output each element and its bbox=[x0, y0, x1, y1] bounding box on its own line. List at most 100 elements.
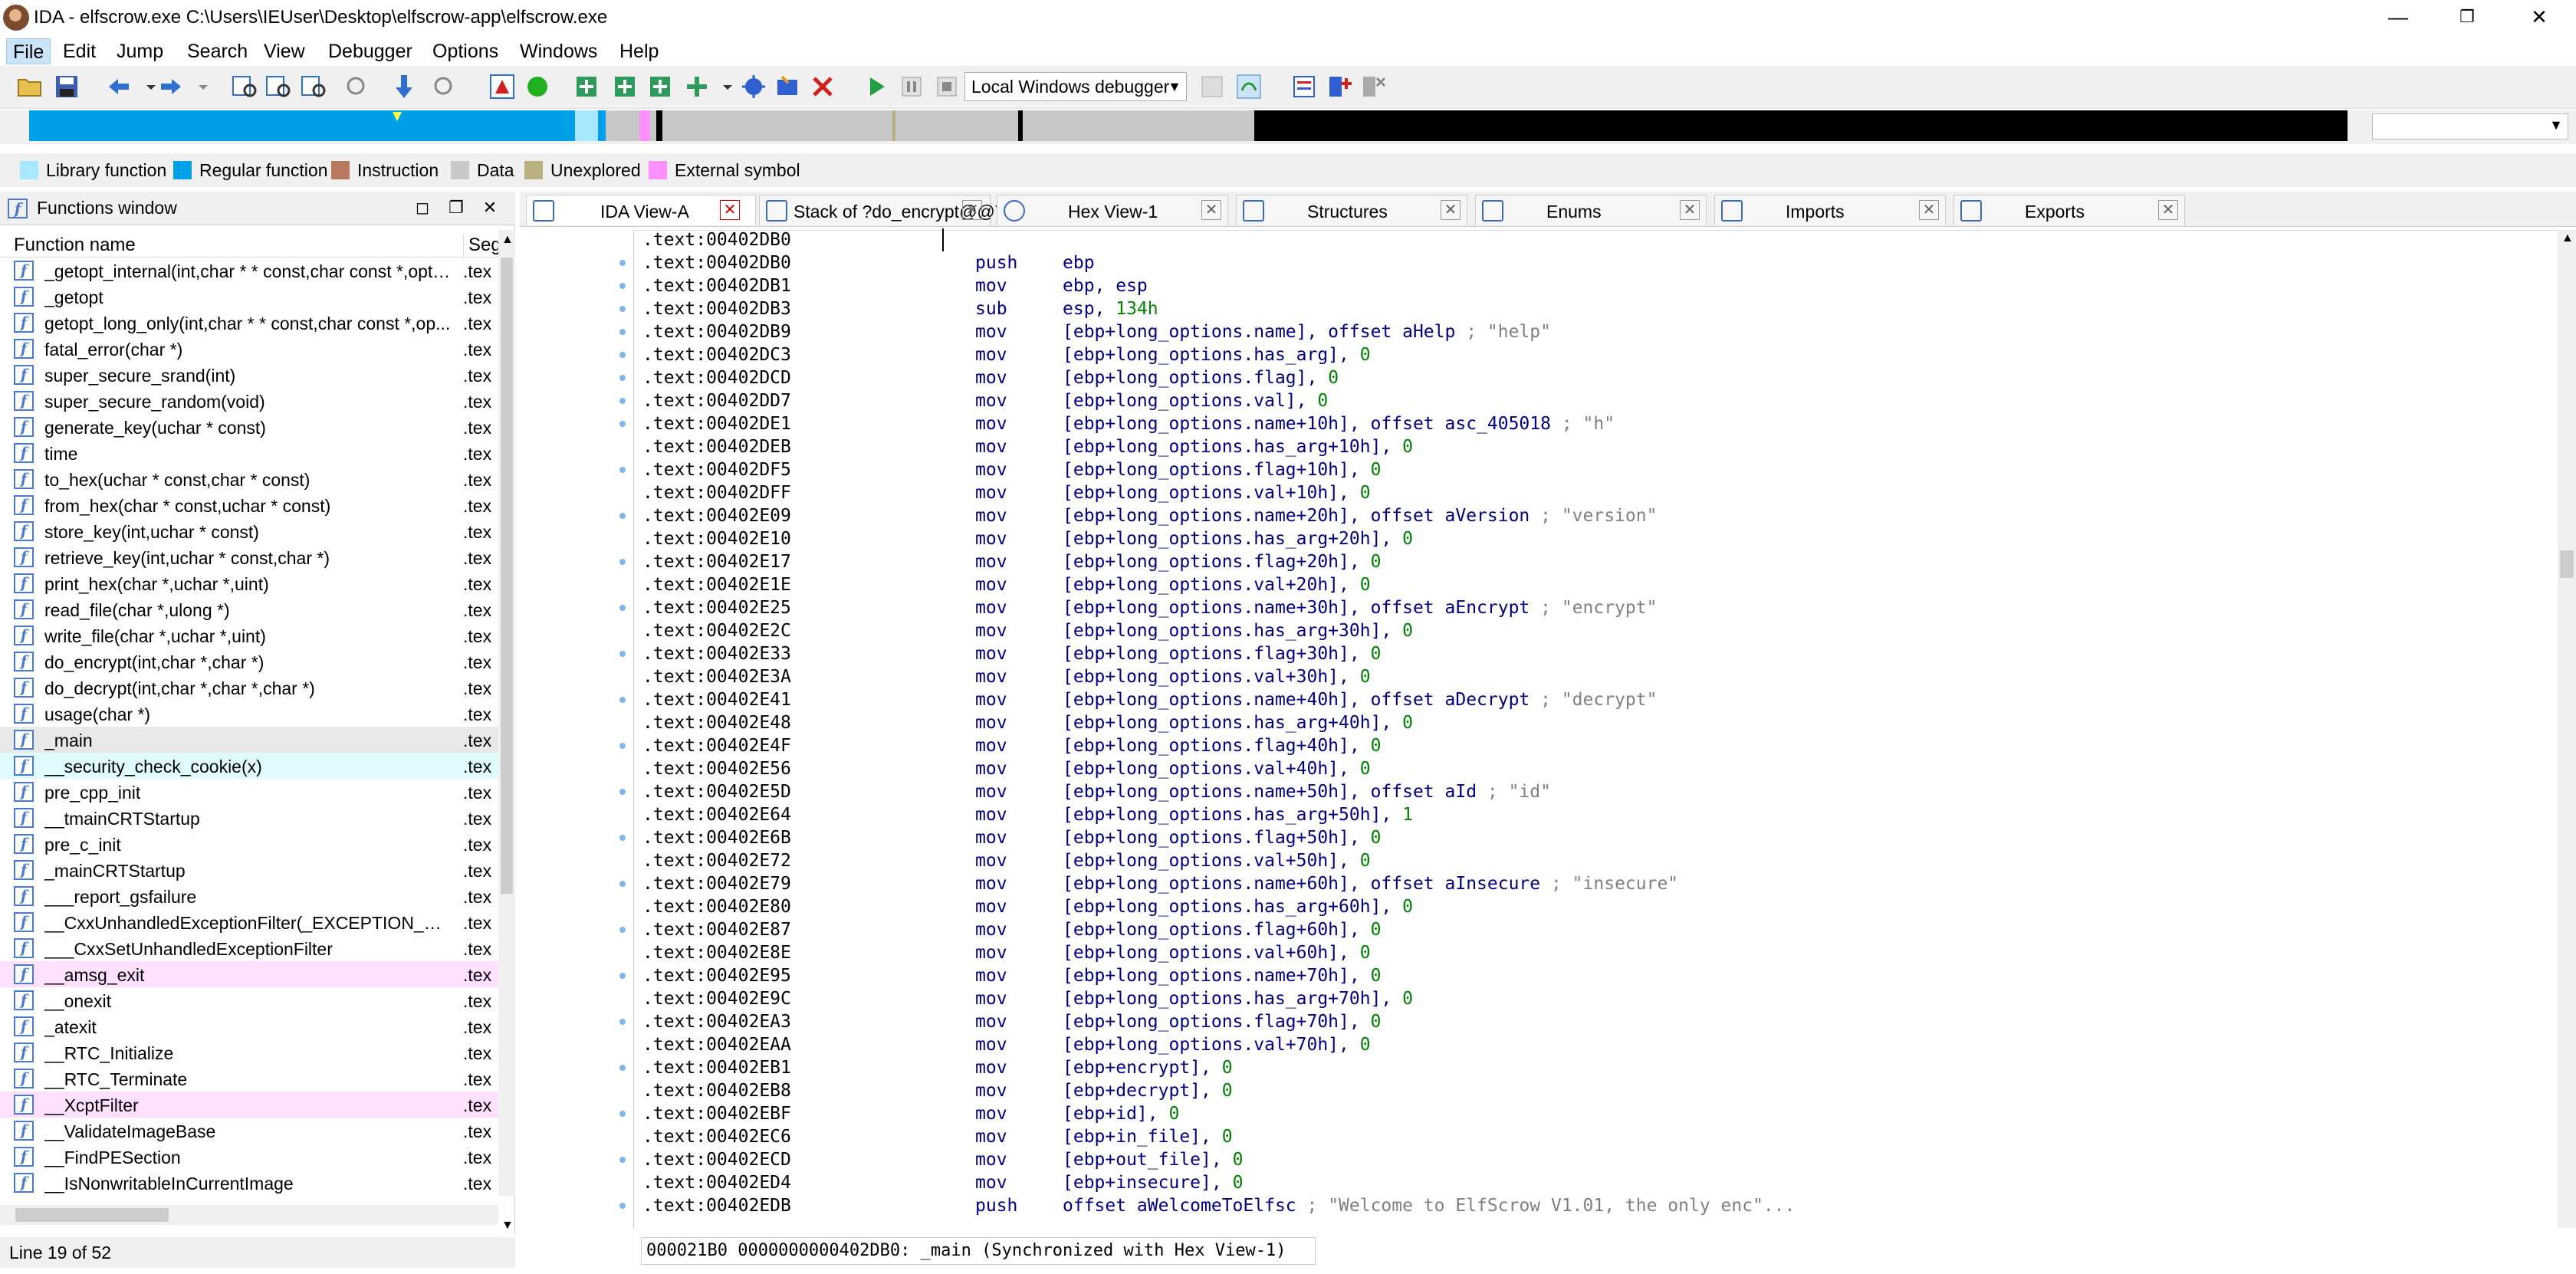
function-row[interactable]: f __tmainCRTStartup .tex bbox=[0, 805, 498, 831]
function-row[interactable]: f __ValidateImageBase .tex bbox=[0, 1118, 498, 1144]
menu-options[interactable]: Options bbox=[426, 38, 504, 64]
create-function-icon[interactable] bbox=[572, 72, 601, 101]
disasm-line[interactable]: .text:00402E10 mov [ebp+long_options.has_a… bbox=[642, 527, 1413, 550]
tab-exports[interactable]: Exports ✕ bbox=[1953, 195, 2185, 225]
restore-icon[interactable]: ◻ bbox=[411, 196, 434, 219]
functions-hscroll-thumb[interactable] bbox=[15, 1208, 169, 1222]
step-into-icon[interactable] bbox=[1198, 72, 1227, 101]
function-row[interactable]: f fatal_error(char *) .tex bbox=[0, 336, 498, 362]
pause-icon[interactable] bbox=[897, 72, 926, 101]
function-row[interactable]: f pre_c_init .tex bbox=[0, 831, 498, 857]
function-row[interactable]: f ___CxxSetUnhandledExceptionFilter .tex bbox=[0, 935, 498, 961]
disasm-line[interactable]: .text:00402E8E mov [ebp+long_options.val+6… bbox=[642, 941, 1371, 964]
function-row[interactable]: f __FindPESection .tex bbox=[0, 1144, 498, 1170]
menu-search[interactable]: Search bbox=[181, 38, 254, 64]
disasm-line[interactable]: .text:00402DCD mov [ebp+long_options.flag]… bbox=[642, 366, 1339, 389]
tab-structures[interactable]: Structures ✕ bbox=[1236, 195, 1467, 225]
menu-view[interactable]: View bbox=[258, 38, 311, 64]
nav-segment-select[interactable]: ▼ bbox=[2372, 113, 2568, 140]
disasm-line[interactable]: .text:00402E79 mov [ebp+long_options.name+… bbox=[642, 872, 1678, 895]
function-row[interactable]: f __amsg_exit .tex bbox=[0, 961, 498, 987]
disasm-line[interactable]: .text:00402DF5 mov [ebp+long_options.flag+… bbox=[642, 458, 1381, 481]
disasm-line[interactable]: .text:00402E25 mov [ebp+long_options.name+… bbox=[642, 596, 1657, 619]
function-row[interactable]: f read_file(char *,ulong *) .tex bbox=[0, 596, 498, 622]
disasm-line[interactable]: .text:00402E56 mov [ebp+long_options.val+4… bbox=[642, 757, 1371, 780]
minimize-button[interactable]: — bbox=[2361, 0, 2435, 34]
menu-help[interactable]: Help bbox=[613, 38, 665, 64]
function-row[interactable]: f super_secure_random(void) .tex bbox=[0, 388, 498, 414]
add-enum-icon[interactable] bbox=[646, 72, 675, 101]
disasm-line[interactable]: .text:00402E9C mov [ebp+long_options.has_a… bbox=[642, 987, 1413, 1010]
disasm-line[interactable]: .text:00402E41 mov [ebp+long_options.name+… bbox=[642, 688, 1657, 711]
delete-breakpoint-icon[interactable] bbox=[1359, 72, 1388, 101]
disasm-line[interactable]: .text:00402E87 mov [ebp+long_options.flag+… bbox=[642, 918, 1381, 941]
menu-file[interactable]: File bbox=[6, 38, 51, 64]
function-row[interactable]: f pre_cpp_init .tex bbox=[0, 779, 498, 805]
open-folder-icon[interactable] bbox=[15, 72, 44, 101]
disasm-line[interactable]: .text:00402EA3 mov [ebp+long_options.flag+… bbox=[642, 1010, 1381, 1033]
add-struct-icon[interactable] bbox=[610, 72, 639, 101]
disasm-line[interactable]: .text:00402E4F mov [ebp+long_options.flag+… bbox=[642, 734, 1381, 757]
text-search-icon[interactable] bbox=[264, 72, 293, 101]
menu-edit[interactable]: Edit bbox=[57, 38, 102, 64]
function-row[interactable]: f usage(char *) .tex bbox=[0, 701, 498, 727]
functions-vertical-scrollbar[interactable]: ▲ ▼ bbox=[498, 230, 515, 1232]
step-over-icon[interactable] bbox=[1234, 72, 1263, 101]
tab-hex-view-1[interactable]: Hex View-1 ✕ bbox=[997, 195, 1228, 225]
disasm-line[interactable]: .text:00402E95 mov [ebp+long_options.name+… bbox=[642, 964, 1381, 987]
plugin-icon[interactable] bbox=[739, 72, 768, 101]
disasm-line[interactable]: .text:00402EB1 mov [ebp+encrypt], 0 bbox=[642, 1056, 1233, 1079]
function-row[interactable]: f print_hex(char *,uchar *,uint) .tex bbox=[0, 570, 498, 596]
disasm-line[interactable]: .text:00402DB0 push ebp bbox=[642, 251, 1095, 274]
function-row[interactable]: f __IsNonwritableInCurrentImage .tex bbox=[0, 1170, 498, 1196]
disasm-line[interactable]: .text:00402DD7 mov [ebp+long_options.val],… bbox=[642, 389, 1328, 412]
chevron-down-icon[interactable] bbox=[713, 72, 732, 101]
close-icon[interactable]: ✕ bbox=[720, 200, 740, 220]
disasm-line[interactable]: .text:00402E6B mov [ebp+long_options.flag+… bbox=[642, 826, 1381, 849]
function-row[interactable]: f to_hex(uchar * const,char * const) .tex bbox=[0, 466, 498, 492]
tab-ida-view-a[interactable]: IDA View-A ✕ bbox=[526, 195, 756, 225]
function-row[interactable]: f do_decrypt(int,char *,char *,char *) .te… bbox=[0, 675, 498, 701]
green-circle-icon[interactable] bbox=[523, 72, 552, 101]
maximize-button[interactable]: ❐ bbox=[2430, 0, 2504, 34]
menu-debugger[interactable]: Debugger bbox=[322, 38, 419, 64]
scroll-down-icon[interactable]: ▼ bbox=[501, 1219, 514, 1233]
disasm-line[interactable]: .text:00402E80 mov [ebp+long_options.has_a… bbox=[642, 895, 1413, 918]
forward-arrow-icon[interactable] bbox=[156, 72, 186, 101]
chevron-down-icon[interactable] bbox=[189, 72, 208, 101]
disasm-line[interactable]: .text:00402E17 mov [ebp+long_options.flag+… bbox=[642, 550, 1381, 573]
jump-icon[interactable] bbox=[429, 72, 458, 101]
function-row[interactable]: f store_key(int,uchar * const) .tex bbox=[0, 518, 498, 544]
disasm-line[interactable]: .text:00402E09 mov [ebp+long_options.name+… bbox=[642, 504, 1657, 527]
close-button[interactable]: ✕ bbox=[2502, 0, 2576, 34]
disasm-line[interactable]: .text:00402EDB push offset aWelcomeToElfsc… bbox=[642, 1194, 1795, 1217]
function-row[interactable]: f getopt_long_only(int,char * * const,cha… bbox=[0, 310, 498, 336]
nav-overview-bar[interactable] bbox=[29, 110, 2348, 141]
disasm-line[interactable]: .text:00402E3A mov [ebp+long_options.val+3… bbox=[642, 665, 1371, 688]
function-row[interactable]: f ___report_gsfailure .tex bbox=[0, 883, 498, 909]
immediate-search-icon[interactable] bbox=[299, 72, 328, 101]
close-icon[interactable]: ✕ bbox=[1201, 200, 1221, 220]
tab-enums[interactable]: Enums ✕ bbox=[1475, 195, 1707, 225]
navigation-band[interactable]: ▼ bbox=[0, 110, 2576, 144]
binary-search-icon[interactable] bbox=[230, 72, 259, 101]
function-row[interactable]: f __CxxUnhandledExceptionFilter(_EXCEPTIO… bbox=[0, 909, 498, 935]
function-row[interactable]: f super_secure_srand(int) .tex bbox=[0, 362, 498, 388]
disasm-line[interactable]: .text:00402E72 mov [ebp+long_options.val+5… bbox=[642, 849, 1371, 872]
functions-scroll-thumb[interactable] bbox=[501, 258, 513, 894]
disasm-line[interactable]: .text:00402E5D mov [ebp+long_options.name+… bbox=[642, 780, 1551, 803]
function-row[interactable]: f __security_check_cookie(x) .tex bbox=[0, 753, 498, 779]
function-row[interactable]: f time .tex bbox=[0, 440, 498, 466]
menu-windows[interactable]: Windows bbox=[514, 38, 603, 64]
disasm-line[interactable]: .text:00402DEB mov [ebp+long_options.has_a… bbox=[642, 435, 1413, 458]
function-row[interactable]: f _getopt .tex bbox=[0, 284, 498, 310]
disasm-line[interactable]: .text:00402DB0 bbox=[642, 228, 791, 251]
functions-horizontal-scrollbar[interactable] bbox=[0, 1205, 498, 1225]
stop-icon[interactable] bbox=[932, 72, 961, 101]
function-row[interactable]: f _main .tex bbox=[0, 727, 498, 753]
disasm-line[interactable]: .text:00402DB9 mov [ebp+long_options.name]… bbox=[642, 320, 1551, 343]
disasm-line[interactable]: .text:00402EAA mov [ebp+long_options.val+7… bbox=[642, 1033, 1371, 1056]
disasm-line[interactable]: .text:00402EC6 mov [ebp+in_file], 0 bbox=[642, 1125, 1233, 1148]
scroll-up-icon[interactable]: ▲ bbox=[2561, 231, 2574, 245]
disasm-line[interactable]: .text:00402EBF mov [ebp+id], 0 bbox=[642, 1102, 1179, 1125]
